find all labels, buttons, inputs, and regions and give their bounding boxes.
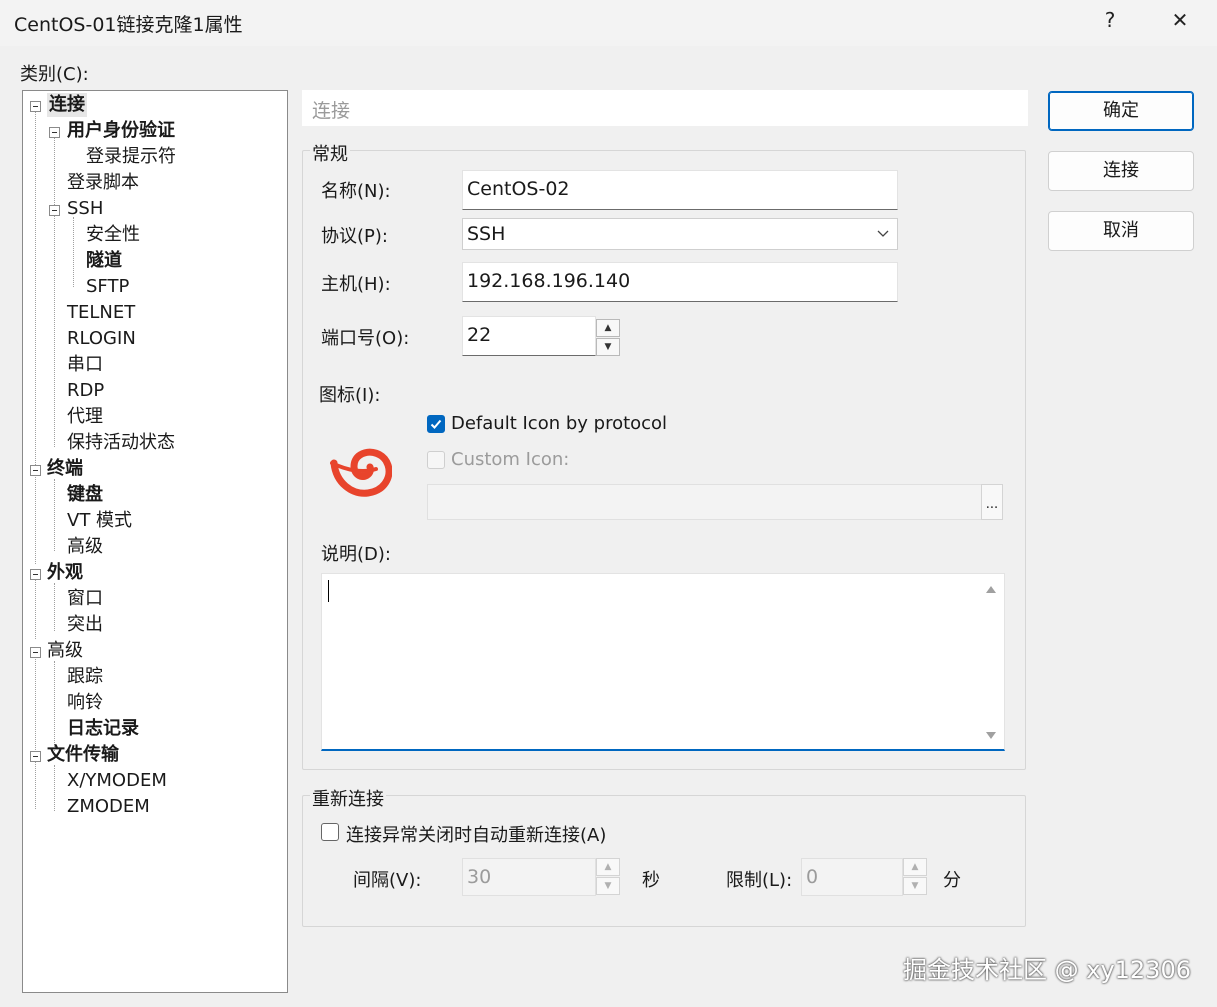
tree-item-auth[interactable]: 用户身份验证: [67, 119, 175, 143]
close-icon: ✕: [1171, 8, 1189, 32]
tree-item-trace[interactable]: 跟踪: [67, 665, 103, 689]
reconnect-legend: 重新连接: [310, 785, 386, 811]
tree-item-file-transfer[interactable]: 文件传输: [47, 743, 119, 767]
close-button[interactable]: ✕: [1160, 8, 1200, 32]
tree-item-rdp[interactable]: RDP: [67, 379, 104, 403]
interval-down-button[interactable]: ▼: [596, 877, 620, 895]
custom-icon-label: Custom Icon:: [451, 449, 570, 470]
name-label: 名称(N):: [321, 181, 391, 202]
auto-reconnect-checkbox[interactable]: [321, 823, 339, 841]
tree-item-security[interactable]: 安全性: [86, 223, 140, 247]
tree-item-serial[interactable]: 串口: [67, 353, 103, 377]
scroll-up-icon[interactable]: [985, 584, 997, 594]
protocol-label: 协议(P):: [321, 226, 388, 247]
expander-icon[interactable]: [30, 647, 41, 658]
icon-label: 图标(I):: [319, 385, 381, 406]
ok-button[interactable]: 确定: [1048, 91, 1194, 131]
tree-item-telnet[interactable]: TELNET: [67, 301, 135, 325]
tree-item-login-script[interactable]: 登录脚本: [67, 171, 139, 195]
expander-icon[interactable]: [49, 205, 60, 216]
tree-item-connection[interactable]: 连接: [47, 93, 87, 117]
expander-icon[interactable]: [49, 127, 60, 138]
limit-up-button[interactable]: ▲: [903, 858, 927, 876]
tree-item-proxy[interactable]: 代理: [67, 405, 103, 429]
limit-down-button[interactable]: ▼: [903, 877, 927, 895]
tree-item-terminal-advanced[interactable]: 高级: [67, 535, 103, 559]
tree-item-ssh[interactable]: SSH: [67, 197, 103, 221]
description-label: 说明(D):: [321, 544, 391, 565]
tree-item-bell[interactable]: 响铃: [67, 691, 103, 715]
protocol-swirl-icon: [330, 448, 392, 497]
protocol-select-value: SSH: [467, 223, 506, 245]
tree-item-logging[interactable]: 日志记录: [67, 717, 139, 741]
tree-item-rlogin[interactable]: RLOGIN: [67, 327, 136, 351]
port-up-button[interactable]: ▲: [596, 319, 620, 337]
tree-item-highlight[interactable]: 突出: [67, 613, 103, 637]
port-down-button[interactable]: ▼: [596, 338, 620, 356]
tree-item-zmodem[interactable]: ZMODEM: [67, 795, 150, 819]
panel-header: [302, 90, 1028, 126]
text-cursor: [328, 580, 329, 602]
limit-input[interactable]: 0: [801, 858, 903, 896]
browse-button[interactable]: ...: [981, 484, 1003, 520]
custom-icon-path[interactable]: [427, 484, 982, 520]
name-input[interactable]: CentOS-02: [462, 170, 898, 210]
cancel-button[interactable]: 取消: [1048, 211, 1194, 251]
category-label: 类别(C):: [20, 64, 89, 85]
limit-unit: 分: [943, 870, 961, 891]
tree-item-keyboard[interactable]: 键盘: [67, 483, 103, 507]
tree-item-sftp[interactable]: SFTP: [86, 275, 129, 299]
interval-label: 间隔(V):: [353, 870, 422, 891]
tree-item-login-prompt[interactable]: 登录提示符: [86, 145, 176, 169]
checkmark-icon: [430, 419, 442, 429]
host-label: 主机(H):: [321, 274, 391, 295]
help-button[interactable]: ?: [1090, 8, 1130, 32]
tree-item-vt-mode[interactable]: VT 模式: [67, 509, 132, 533]
connect-button[interactable]: 连接: [1048, 151, 1194, 191]
port-input[interactable]: 22: [462, 316, 596, 356]
watermark: 掘金技术社区 @ xy12306: [902, 956, 1191, 984]
tree-item-window[interactable]: 窗口: [67, 587, 103, 611]
category-tree[interactable]: 连接 用户身份验证 登录提示符 登录脚本 SSH 安全性 隧道 SFTP TEL…: [22, 90, 288, 993]
interval-input[interactable]: 30: [462, 858, 596, 896]
chevron-down-icon: [877, 230, 889, 237]
panel-header-title: 连接: [312, 100, 351, 122]
default-icon-label: Default Icon by protocol: [451, 413, 668, 434]
expander-icon[interactable]: [30, 101, 41, 112]
tree-item-terminal[interactable]: 终端: [47, 457, 83, 481]
custom-icon-checkbox[interactable]: [427, 451, 445, 469]
auto-reconnect-label: 连接异常关闭时自动重新连接(A): [346, 825, 607, 846]
tree-item-tunnel[interactable]: 隧道: [86, 249, 122, 273]
tree-item-advanced[interactable]: 高级: [47, 639, 83, 663]
description-textarea[interactable]: [321, 573, 1005, 751]
expander-icon[interactable]: [30, 751, 41, 762]
limit-label: 限制(L):: [726, 870, 793, 891]
interval-up-button[interactable]: ▲: [596, 858, 620, 876]
description-scrollbar[interactable]: [978, 574, 1004, 749]
host-input[interactable]: 192.168.196.140: [462, 262, 898, 302]
expander-icon[interactable]: [30, 465, 41, 476]
interval-unit: 秒: [642, 870, 660, 891]
tree-item-xymodem[interactable]: X/YMODEM: [67, 769, 167, 793]
tree-item-keepalive[interactable]: 保持活动状态: [67, 431, 175, 455]
protocol-select[interactable]: SSH: [462, 218, 898, 250]
port-label: 端口号(O):: [321, 328, 410, 349]
default-icon-checkbox[interactable]: [427, 415, 445, 433]
scroll-down-icon[interactable]: [985, 731, 997, 741]
expander-icon[interactable]: [30, 569, 41, 580]
general-legend: 常规: [310, 140, 350, 166]
window-title: CentOS-01链接克隆1属性: [14, 14, 243, 36]
tree-item-appearance[interactable]: 外观: [47, 561, 83, 585]
